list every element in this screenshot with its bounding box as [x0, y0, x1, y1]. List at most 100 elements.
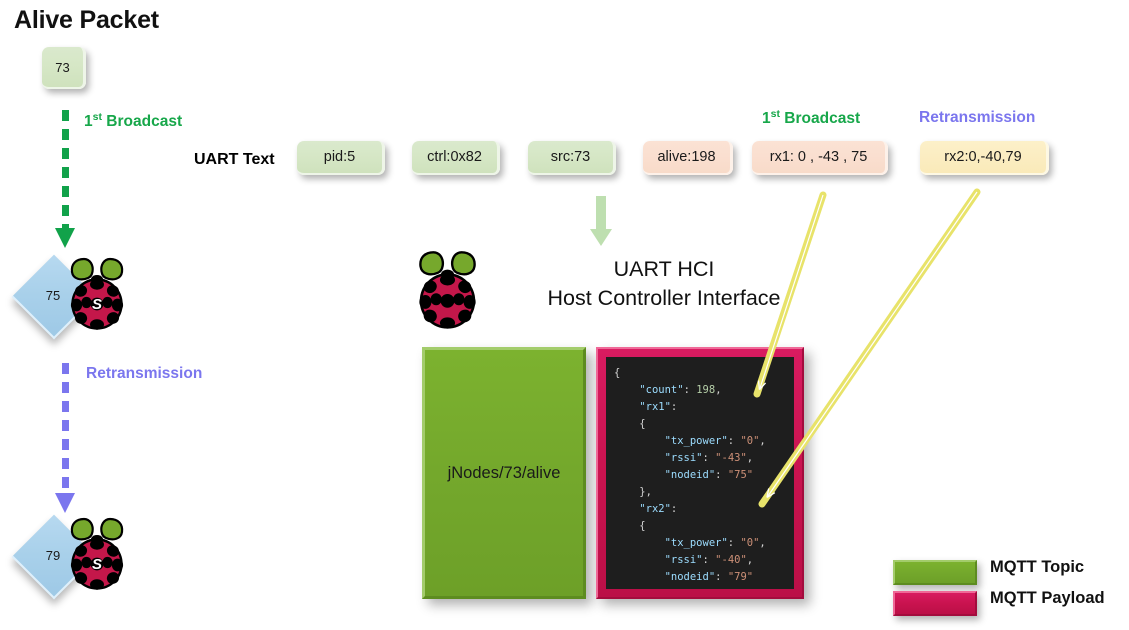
json-token-punc: {: [614, 367, 621, 379]
uart-field-alive-text: alive:198: [657, 149, 716, 165]
json-token-punc: }: [639, 588, 645, 589]
raspberry-pi-badge-79: S: [91, 556, 102, 573]
uart-hci-line1: UART HCI: [613, 257, 715, 281]
page-title: Alive Packet: [14, 6, 159, 34]
json-line: "rssi": "-43",: [614, 450, 788, 467]
json-token-punc: {: [639, 418, 646, 430]
mqtt-payload-json: { "count": 198, "rx1": { "tx_power": "0"…: [606, 357, 794, 589]
rx1-caption-ordinal-suffix: st: [770, 108, 780, 120]
json-line: {: [614, 518, 788, 535]
json-token-str: "-40": [715, 554, 747, 566]
rx1-caption-ordinal-number: 1: [762, 110, 771, 128]
uart-to-hci-arrow: [590, 196, 612, 246]
retransmission-label: Retransmission: [86, 365, 203, 382]
json-token-key: "rx1": [639, 401, 671, 413]
arrow-head: [590, 229, 612, 246]
first-broadcast-label: 1st Broadcast: [84, 111, 182, 131]
uart-field-src[interactable]: src:73: [528, 141, 616, 175]
json-token-key: "nodeid": [664, 571, 716, 583]
first-broadcast-ordinal-number: 1: [84, 113, 93, 131]
source-node-id: 73: [55, 59, 70, 75]
uart-hci-line2: Host Controller Interface: [547, 285, 781, 310]
raspberry-pi-logo-svg-79: [70, 517, 124, 590]
json-line: "tx_power": "0",: [614, 433, 788, 450]
raspberry-pi-icon-79: S: [66, 515, 128, 591]
raspberry-pi-icon-hci: [414, 248, 481, 330]
uart-field-src-text: src:73: [550, 149, 591, 165]
json-token-punc: :: [670, 503, 678, 515]
uart-text-row-label: UART Text: [194, 151, 275, 168]
first-broadcast-label-text: Broadcast: [102, 113, 183, 131]
json-line: {: [614, 365, 788, 382]
json-line: }: [614, 586, 788, 589]
json-line: "rssi": "-40",: [614, 552, 788, 569]
mqtt-topic-text: jNodes/73/alive: [447, 463, 561, 482]
json-token-punc: :: [702, 452, 716, 464]
json-line: "tx_power": "0",: [614, 535, 788, 552]
json-token-key: "rssi": [664, 554, 703, 566]
raspberry-pi-logo-svg-hci: [419, 251, 476, 329]
json-token-punc: {: [639, 520, 646, 532]
json-line: "nodeid": "75": [614, 467, 788, 484]
json-token-str: "0": [740, 537, 760, 549]
raspberry-pi-logo-svg-75: [70, 257, 124, 330]
uart-field-ctrl-text: ctrl:0x82: [427, 149, 482, 165]
uart-field-rx2-text: rx2:0,-40,79: [944, 149, 1022, 165]
json-token-key: "rx2": [639, 503, 671, 515]
json-token-key: "rssi": [664, 452, 703, 464]
legend-label-mqtt-topic: MQTT Topic: [990, 558, 1085, 576]
uart-field-rx1[interactable]: rx1: 0 , -43 , 75: [752, 141, 888, 175]
rx1-caption-text: Broadcast: [780, 110, 861, 128]
uart-field-rx1-text: rx1: 0 , -43 , 75: [769, 149, 868, 165]
json-token-punc: :: [670, 401, 678, 413]
legend-label-mqtt-payload: MQTT Payload: [990, 589, 1105, 607]
diagram-canvas: Alive Packet 73 1st Broadcast 75 S Retra…: [0, 0, 1129, 630]
legend-swatch-mqtt-payload: [893, 591, 977, 616]
raspberry-pi-badge-75: S: [91, 296, 102, 313]
json-line: "rx1":: [614, 399, 788, 416]
json-token-key: "tx_power": [664, 537, 728, 549]
json-token-key: "tx_power": [664, 435, 728, 447]
uart-hci-title-block: UART HCI Host Controller Interface: [499, 255, 829, 312]
first-broadcast-ordinal-suffix: st: [92, 111, 102, 123]
json-token-key: "count": [639, 384, 684, 396]
arrow-shaft: [596, 196, 606, 229]
mqtt-payload-panel[interactable]: { "count": 198, "rx1": { "tx_power": "0"…: [596, 347, 804, 599]
legend-swatch-mqtt-topic: [893, 560, 977, 585]
json-line: {: [614, 416, 788, 433]
json-token-punc: :: [727, 537, 741, 549]
rx2-caption: Retransmission: [919, 109, 1036, 126]
first-broadcast-arrow: [55, 110, 77, 248]
json-token-punc: ,: [715, 384, 722, 396]
json-token-punc: ,: [759, 435, 766, 447]
json-token-num: 198: [696, 384, 716, 396]
source-node-73[interactable]: 73: [42, 47, 86, 89]
uart-field-pid-text: pid:5: [323, 149, 356, 165]
json-token-punc: :: [727, 435, 741, 447]
uart-field-ctrl[interactable]: ctrl:0x82: [412, 141, 500, 175]
json-token-punc: :: [715, 469, 728, 481]
json-token-str: "79": [727, 571, 754, 583]
json-token-punc: },: [639, 486, 652, 498]
json-line: },: [614, 484, 788, 501]
json-token-str: "75": [727, 469, 754, 481]
rx1-caption: 1st Broadcast: [762, 108, 860, 128]
uart-field-alive[interactable]: alive:198: [643, 141, 733, 175]
retransmission-arrow: [55, 363, 77, 513]
uart-field-pid[interactable]: pid:5: [297, 141, 385, 175]
json-token-str: "0": [740, 435, 760, 447]
uart-field-rx2[interactable]: rx2:0,-40,79: [920, 141, 1049, 175]
raspberry-pi-icon-75: S: [66, 255, 128, 331]
mqtt-topic-panel[interactable]: jNodes/73/alive: [422, 347, 586, 599]
json-token-key: "nodeid": [664, 469, 716, 481]
json-token-punc: ,: [759, 537, 766, 549]
json-token-punc: ,: [746, 452, 754, 464]
json-token-punc: :: [702, 554, 716, 566]
json-line: "nodeid": "79": [614, 569, 788, 586]
json-line: "count": 198,: [614, 382, 788, 399]
json-token-punc: :: [715, 571, 728, 583]
json-line: "rx2":: [614, 501, 788, 518]
json-token-punc: :: [683, 384, 697, 396]
json-token-str: "-43": [715, 452, 747, 464]
json-token-punc: ,: [746, 554, 754, 566]
